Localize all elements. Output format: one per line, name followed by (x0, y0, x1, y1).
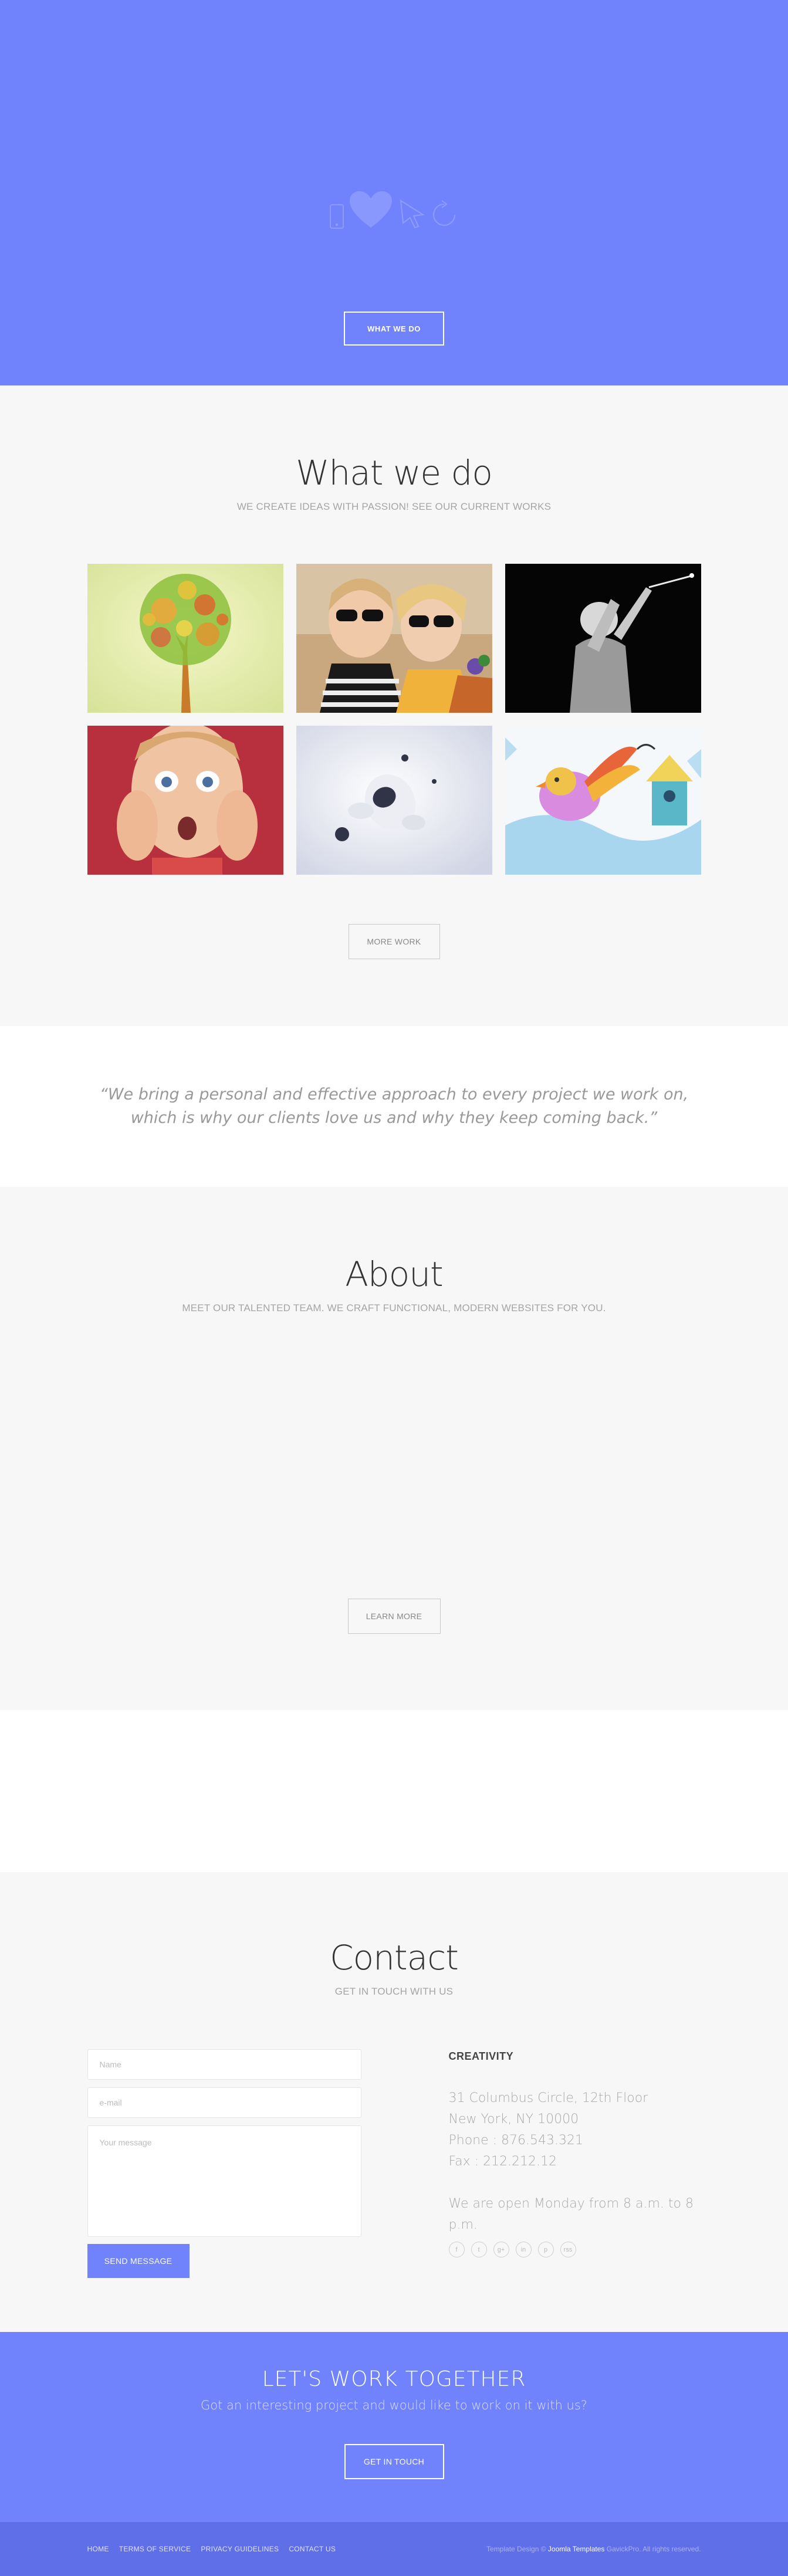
email-field[interactable]: e-mail (87, 2087, 361, 2118)
quote-text: “We bring a personal and effective appro… (99, 1085, 689, 1127)
twitter-icon[interactable]: t (471, 2242, 487, 2257)
footer-link-privacy[interactable]: PRIVACY GUIDELINES (201, 2545, 279, 2553)
cta-text: Got an interesting project and would lik… (201, 2398, 587, 2412)
contact-content: Name e-mail Your message SEND MESSAGE CR… (87, 2049, 701, 2278)
blank-section (0, 1710, 788, 1872)
footer-link-terms[interactable]: TERMS OF SERVICE (119, 2545, 191, 2553)
copyright-prefix: Template Design © (486, 2545, 546, 2553)
hero-icons (0, 189, 788, 233)
contact-info: CREATIVITY 31 Columbus Circle, 12th Floo… (448, 2049, 701, 2278)
portfolio-item-golfer[interactable] (505, 564, 701, 713)
portfolio-item-astronaut[interactable] (296, 726, 492, 875)
fax-number: Fax : 212.212.12 (448, 2154, 557, 2169)
about-subtitle: MEET OUR TALENTED TEAM. WE CRAFT FUNCTIO… (182, 1302, 606, 1314)
address-line-2: New York, NY 10000 (448, 2112, 579, 2127)
phone-number: Phone : 876.543.321 (448, 2133, 584, 2148)
social-links: f t g+ in p rss (448, 2242, 701, 2257)
footer: HOME TERMS OF SERVICE PRIVACY GUIDELINES… (0, 2522, 788, 2576)
hero-section: WHAT WE DO (0, 0, 788, 385)
footer-link-home[interactable]: HOME (87, 2545, 109, 2553)
copyright: Template Design © Joomla Templates Gavic… (486, 2545, 701, 2553)
copyright-brand-link[interactable]: Joomla Templates (548, 2545, 605, 2553)
message-placeholder: Your message (99, 2138, 152, 2147)
contact-section: Contact GET IN TOUCH WITH US Name e-mail… (0, 1872, 788, 2332)
portfolio-item-child[interactable] (87, 726, 283, 875)
opening-hours: We are open Monday from 8 a.m. to 8 p.m. (448, 2196, 694, 2232)
contact-subtitle: GET IN TOUCH WITH US (334, 1986, 454, 1997)
portfolio-item-friends[interactable] (296, 564, 492, 713)
portfolio-item-tree[interactable] (87, 564, 283, 713)
contact-title: Contact (330, 1938, 459, 1978)
about-section: About MEET OUR TALENTED TEAM. WE CRAFT F… (0, 1187, 788, 1710)
what-we-do-button[interactable]: WHAT WE DO (344, 312, 444, 346)
cta-title: LET'S WORK TOGETHER (262, 2367, 526, 2391)
cursor-icon (400, 199, 425, 229)
heart-icon (350, 191, 393, 228)
cta-section: LET'S WORK TOGETHER Got an interesting p… (0, 2332, 788, 2522)
message-field[interactable]: Your message (87, 2125, 361, 2237)
quote-section: “We bring a personal and effective appro… (0, 1026, 788, 1187)
about-title: About (345, 1254, 443, 1294)
what-we-do-title: What we do (296, 453, 493, 493)
address-line-1: 31 Columbus Circle, 12th Floor (448, 2091, 648, 2106)
contact-form: Name e-mail Your message SEND MESSAGE (87, 2049, 361, 2278)
google-plus-icon[interactable]: g+ (493, 2242, 509, 2257)
company-name: CREATIVITY (448, 2050, 514, 2062)
what-we-do-subtitle: WE CREATE IDEAS WITH PASSION! SEE OUR CU… (236, 501, 552, 512)
pinterest-icon[interactable]: p (537, 2242, 554, 2257)
footer-nav: HOME TERMS OF SERVICE PRIVACY GUIDELINES… (87, 2545, 336, 2553)
name-field[interactable]: Name (87, 2049, 361, 2080)
get-in-touch-button[interactable]: GET IN TOUCH (344, 2444, 444, 2479)
copyright-suffix: GavickPro. All rights reserved. (606, 2545, 701, 2553)
what-we-do-section: What we do WE CREATE IDEAS WITH PASSION!… (0, 385, 788, 1026)
rss-icon[interactable]: rss (560, 2242, 576, 2257)
more-work-button[interactable]: MORE WORK (348, 924, 440, 959)
learn-more-button[interactable]: LEARN MORE (347, 1599, 441, 1634)
facebook-icon[interactable]: f (448, 2242, 465, 2257)
linkedin-icon[interactable]: in (515, 2242, 532, 2257)
footer-link-contact[interactable]: CONTACT US (289, 2545, 336, 2553)
mobile-icon (329, 204, 344, 229)
refresh-icon (433, 200, 456, 226)
portfolio-grid (87, 564, 701, 875)
send-message-button[interactable]: SEND MESSAGE (87, 2244, 190, 2278)
portfolio-item-birds[interactable] (505, 726, 701, 875)
